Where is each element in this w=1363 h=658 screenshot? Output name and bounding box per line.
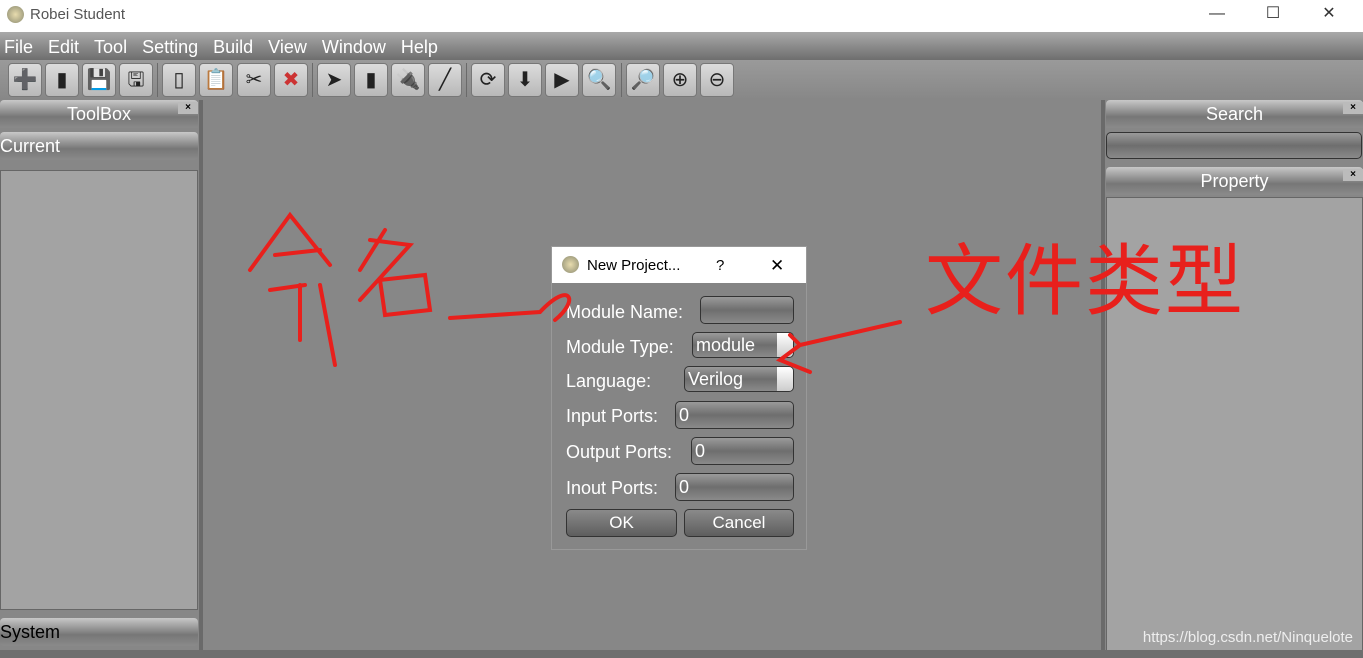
annotation-arrow-right (775, 320, 902, 374)
watermark: https://blog.csdn.net/Ninquelote (1142, 629, 1353, 646)
annotation-ming2 (358, 228, 433, 318)
annotation-file-type: 文件类型 (925, 237, 1246, 327)
annotation-arrow-left (448, 293, 572, 322)
annotation-ming (248, 211, 337, 367)
